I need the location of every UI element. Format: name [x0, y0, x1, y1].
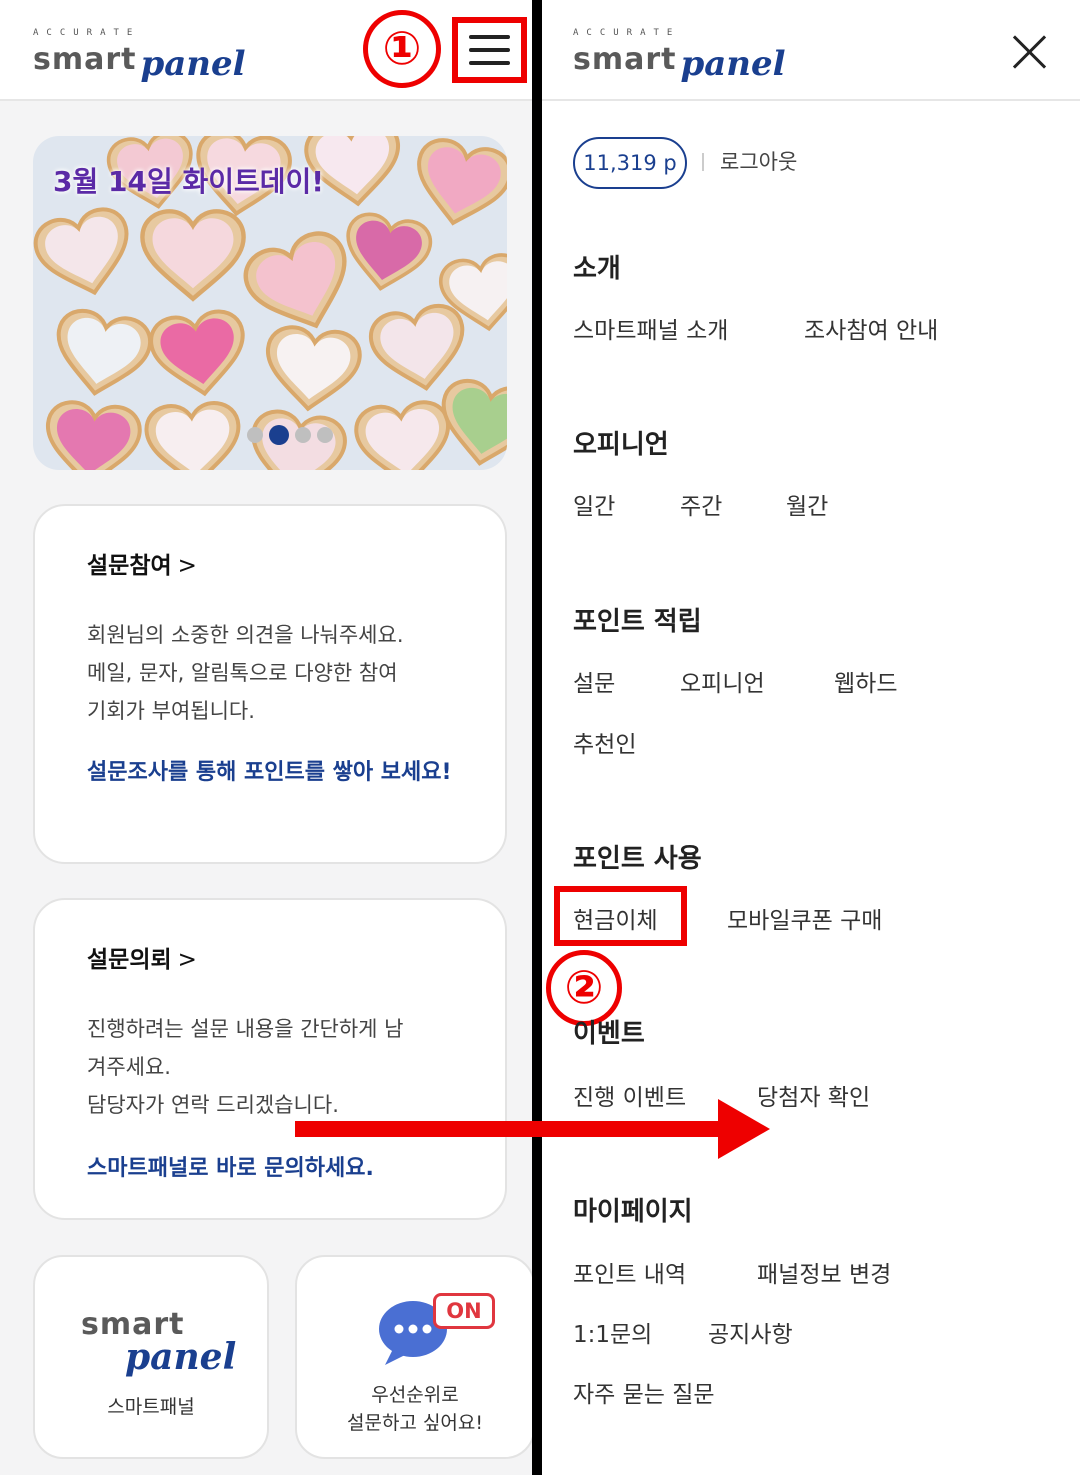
tile-priority-label-line: 우선순위로: [371, 1384, 459, 1406]
promo-banner[interactable]: 3월 14일 화이트데이!: [33, 136, 507, 470]
request-card-line: 진행하려는 설문 내용을 간단하게 남: [87, 1017, 404, 1041]
menu-item-participation-guide[interactable]: 조사참여 안내: [804, 311, 938, 345]
logout-link[interactable]: 로그아웃: [720, 146, 797, 176]
tile-logo-panel: panel: [125, 1336, 237, 1378]
survey-card-line: 회원님의 소중한 의견을 나눠주세요.: [87, 623, 404, 647]
tile-smartpanel-logo: smart panel: [81, 1307, 236, 1378]
logo-accurate-text: ACCURATE: [33, 28, 141, 38]
drawer-header: ACCURATE smart panel: [542, 0, 1080, 101]
survey-card-link[interactable]: 설문조사를 통해 포인트를 쌓아 보세요!: [87, 754, 467, 792]
menu-item-cash-transfer[interactable]: 현금이체: [573, 901, 658, 935]
priority-survey-tile[interactable]: ON 우선순위로 설문하고 싶어요!: [295, 1255, 532, 1459]
request-card-description: 진행하려는 설문 내용을 간단하게 남 겨주세요. 담당자가 연락 드리겠습니다…: [87, 1010, 487, 1124]
annotation-arrow-head: [718, 1099, 770, 1159]
section-title-use-points: 포인트 사용: [573, 844, 702, 874]
menu-item-panel-info[interactable]: 패널정보 변경: [757, 1255, 891, 1289]
section-title-opinion: 오피니언: [573, 430, 669, 460]
smartpanel-tile[interactable]: smart panel 스마트패널: [33, 1255, 269, 1459]
home-screen: ACCURATE smart panel ① 3월 14일 화이트데이! 설문참…: [0, 0, 532, 1475]
menu-item-weekly[interactable]: 주간: [680, 487, 722, 521]
banner-title: 3월 14일 화이트데이!: [53, 165, 325, 198]
on-badge: ON: [433, 1293, 495, 1329]
menu-item-referrer[interactable]: 추천인: [573, 725, 636, 759]
menu-drawer: ACCURATE smart panel 11,319 p 로그아웃 소개 스마트…: [542, 0, 1080, 1475]
survey-card-line: 메일, 문자, 알림톡으로 다양한 참여: [87, 661, 398, 685]
tile-smartpanel-label: 스마트패널: [107, 1396, 195, 1418]
smartpanel-logo[interactable]: ACCURATE smart panel: [573, 28, 786, 84]
annotation-arrow: [295, 1121, 725, 1137]
smartpanel-logo[interactable]: ACCURATE smart panel: [33, 28, 246, 84]
menu-item-webhard[interactable]: 웹하드: [834, 664, 897, 698]
section-title-events: 이벤트: [573, 1019, 645, 1049]
menu-item-monthly[interactable]: 월간: [786, 487, 828, 521]
section-title-earn-points: 포인트 적립: [573, 607, 702, 637]
pagination-dot[interactable]: [295, 426, 311, 443]
menu-item-mobile-coupon[interactable]: 모바일쿠폰 구매: [727, 901, 882, 935]
survey-card-line: 기회가 부여됩니다.: [87, 699, 255, 723]
logo-panel-text: panel: [680, 44, 786, 84]
pagination-dot[interactable]: [247, 426, 263, 443]
logo-panel-text: panel: [140, 44, 246, 84]
chevron-right-icon: >: [177, 947, 197, 973]
request-card-link[interactable]: 스마트패널로 바로 문의하세요.: [87, 1150, 467, 1188]
close-icon[interactable]: [1012, 34, 1048, 70]
pagination-dot[interactable]: [317, 426, 333, 443]
chevron-right-icon: >: [177, 553, 197, 579]
survey-card-title-text: 설문참여: [87, 553, 172, 579]
survey-card-description: 회원님의 소중한 의견을 나눠주세요. 메일, 문자, 알림톡으로 다양한 참여…: [87, 616, 487, 730]
points-balance[interactable]: 11,319 p: [573, 137, 687, 189]
survey-participation-card[interactable]: 설문참여 > 회원님의 소중한 의견을 나눠주세요. 메일, 문자, 알림톡으로 …: [33, 504, 507, 864]
tile-priority-label-line: 설문하고 싶어요!: [346, 1412, 484, 1434]
hamburger-menu-icon[interactable]: [452, 17, 527, 83]
annotation-step-1: ①: [363, 10, 441, 88]
menu-item-inquiry[interactable]: 1:1문의: [573, 1315, 652, 1349]
request-card-title-text: 설문의뢰: [87, 947, 172, 973]
logo-smart-text: smart: [33, 42, 137, 77]
menu-item-survey[interactable]: 설문: [573, 664, 615, 698]
request-card-line: 담당자가 연락 드리겠습니다.: [87, 1093, 339, 1117]
menu-item-daily[interactable]: 일간: [573, 487, 615, 521]
menu-item-faq[interactable]: 자주 묻는 질문: [573, 1375, 715, 1409]
tile-priority-label: 우선순위로 설문하고 싶어요!: [297, 1381, 532, 1437]
request-card-line: 겨주세요.: [87, 1055, 171, 1079]
menu-item-notices[interactable]: 공지사항: [708, 1315, 793, 1349]
request-card-title[interactable]: 설문의뢰 >: [87, 940, 197, 974]
section-title-mypage: 마이페이지: [573, 1197, 693, 1227]
divider: [702, 153, 704, 171]
home-header: ACCURATE smart panel ①: [0, 0, 532, 101]
menu-item-ongoing-events[interactable]: 진행 이벤트: [573, 1078, 686, 1112]
menu-item-point-history[interactable]: 포인트 내역: [573, 1255, 686, 1289]
pagination-dot-active[interactable]: [269, 424, 289, 445]
logo-accurate-text: ACCURATE: [573, 28, 681, 38]
banner-pagination: [247, 424, 339, 445]
survey-request-card[interactable]: 설문의뢰 > 진행하려는 설문 내용을 간단하게 남 겨주세요. 담당자가 연락 …: [33, 898, 507, 1220]
logo-smart-text: smart: [573, 42, 677, 77]
menu-item-smartpanel-intro[interactable]: 스마트패널 소개: [573, 311, 728, 345]
menu-item-winners[interactable]: 당첨자 확인: [757, 1078, 870, 1112]
section-title-intro: 소개: [573, 254, 621, 284]
survey-card-title[interactable]: 설문참여 >: [87, 546, 197, 580]
menu-item-opinion[interactable]: 오피니언: [680, 664, 765, 698]
screen-divider: [532, 0, 542, 1475]
